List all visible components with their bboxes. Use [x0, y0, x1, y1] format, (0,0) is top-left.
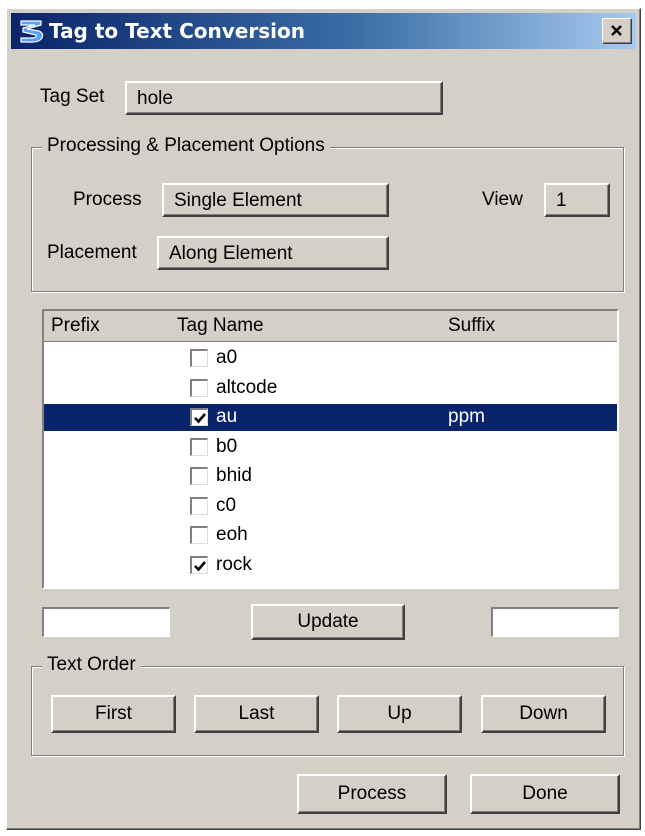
row-checkbox[interactable]: [190, 555, 208, 574]
processing-placement-title: Processing & Placement Options: [42, 135, 330, 157]
process-button[interactable]: Process: [297, 774, 447, 814]
table-row[interactable]: eoh: [44, 522, 617, 549]
last-button[interactable]: Last: [194, 695, 319, 733]
text-order-title: Text Order: [42, 654, 141, 676]
row-checkbox[interactable]: [190, 408, 208, 426]
row-tag-name: c0: [216, 494, 237, 516]
row-checkbox[interactable]: [190, 467, 208, 485]
row-tag-name: b0: [216, 435, 238, 457]
suffix-column-header[interactable]: Suffix: [448, 315, 495, 337]
prefix-input[interactable]: [42, 607, 170, 637]
check-icon: [194, 413, 206, 424]
tagset-selector[interactable]: hole: [125, 81, 443, 115]
row-tag-name: altcode: [216, 376, 278, 398]
prefix-column-header[interactable]: Prefix: [51, 315, 100, 337]
row-checkbox[interactable]: [190, 437, 208, 456]
view-label: View: [482, 189, 523, 210]
table-row[interactable]: altcode: [44, 375, 617, 402]
row-tag-name: a0: [216, 347, 238, 368]
processing-placement-group: Processing & Placement Options: [31, 135, 624, 292]
row-checkbox[interactable]: [190, 349, 208, 367]
row-tag-name: bhid: [216, 465, 252, 486]
row-suffix: ppm: [448, 406, 485, 427]
row-checkbox[interactable]: [190, 378, 208, 397]
placement-label: Placement: [47, 242, 137, 263]
app-logo-icon: [20, 20, 44, 43]
done-button[interactable]: Done: [470, 774, 620, 814]
process-label: Process: [73, 189, 142, 210]
close-button[interactable]: [602, 18, 632, 44]
suffix-input[interactable]: [491, 607, 619, 637]
list-header: Prefix Tag Name Suffix: [44, 311, 617, 342]
check-icon: [194, 560, 206, 571]
row-tag-name: au: [216, 406, 238, 427]
row-checkbox[interactable]: [190, 526, 208, 544]
title-bar[interactable]: Tag to Text Conversion: [11, 13, 636, 49]
update-button[interactable]: Update: [251, 604, 405, 640]
view-selector[interactable]: 1: [544, 183, 610, 217]
table-row[interactable]: au ppm: [44, 404, 617, 431]
dialog-window: Tag to Text Conversion Tag Set hole Proc…: [6, 8, 641, 830]
up-button[interactable]: Up: [337, 695, 462, 733]
process-selector[interactable]: Single Element: [162, 183, 389, 217]
row-tag-name: rock: [216, 553, 252, 575]
row-checkbox[interactable]: [190, 496, 208, 515]
window-title: Tag to Text Conversion: [49, 19, 305, 43]
table-row[interactable]: rock: [44, 552, 617, 579]
first-button[interactable]: First: [51, 695, 176, 733]
table-row[interactable]: c0: [44, 493, 617, 520]
close-icon: [611, 25, 622, 36]
table-row[interactable]: b0: [44, 434, 617, 461]
tag-name-column-header[interactable]: Tag Name: [177, 315, 264, 337]
tag-list[interactable]: Prefix Tag Name Suffix a0 altcode au ppm b0 b…: [42, 309, 619, 589]
table-row[interactable]: a0: [44, 345, 617, 372]
table-row[interactable]: bhid: [44, 463, 617, 490]
down-button[interactable]: Down: [481, 695, 606, 733]
row-tag-name: eoh: [216, 524, 248, 545]
placement-selector[interactable]: Along Element: [157, 236, 389, 270]
tagset-label: Tag Set: [40, 86, 105, 107]
